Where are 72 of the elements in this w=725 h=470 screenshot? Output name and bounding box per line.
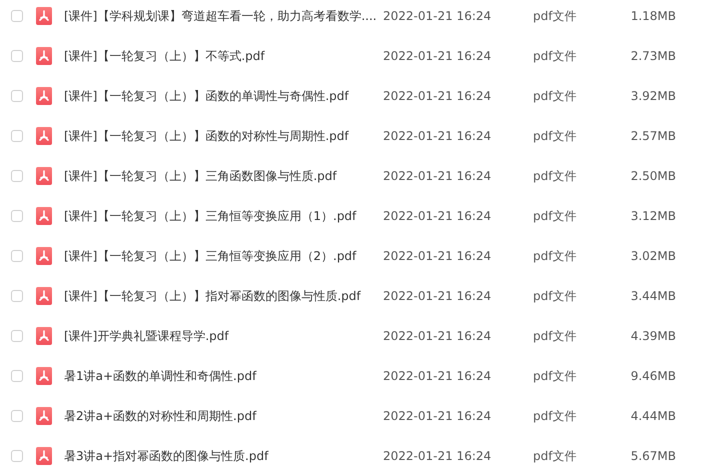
pdf-file-icon <box>36 287 52 305</box>
pdf-file-icon <box>36 447 52 465</box>
modified-date: 2022-01-21 16:24 <box>383 89 492 103</box>
file-type: pdf文件 <box>533 128 578 144</box>
pdf-file-icon <box>36 7 52 25</box>
file-size: 2.57MB <box>630 129 676 143</box>
file-size: 3.92MB <box>630 89 676 103</box>
checkbox[interactable] <box>11 170 23 182</box>
modified-date: 2022-01-21 16:24 <box>383 249 492 263</box>
file-type: pdf文件 <box>533 168 578 184</box>
file-name[interactable]: [课件]【学科规划课】弯道超车看一轮，助力高考看数学.... <box>64 8 383 24</box>
file-size: 3.44MB <box>630 289 676 303</box>
checkbox[interactable] <box>11 50 23 62</box>
file-name[interactable]: [课件]【一轮复习（上）】指对幂函数的图像与性质.pdf <box>64 288 383 304</box>
pdf-file-icon <box>36 207 52 225</box>
file-size: 4.44MB <box>630 409 676 423</box>
file-name[interactable]: [课件]开学典礼暨课程导学.pdf <box>64 328 383 344</box>
file-name[interactable]: [课件]【一轮复习（上）】三角恒等变换应用（1）.pdf <box>64 208 383 224</box>
checkbox[interactable] <box>11 410 23 422</box>
pdf-file-icon <box>36 47 52 65</box>
checkbox[interactable] <box>11 90 23 102</box>
modified-date: 2022-01-21 16:24 <box>383 169 492 183</box>
checkbox[interactable] <box>11 210 23 222</box>
file-size: 2.73MB <box>630 49 676 63</box>
modified-date: 2022-01-21 16:24 <box>383 129 492 143</box>
file-type: pdf文件 <box>533 368 578 384</box>
file-size: 3.02MB <box>630 249 676 263</box>
file-type: pdf文件 <box>533 48 578 64</box>
file-type: pdf文件 <box>533 8 578 24</box>
file-size: 5.67MB <box>630 449 676 463</box>
pdf-file-icon <box>36 367 52 385</box>
pdf-file-icon <box>36 127 52 145</box>
file-name[interactable]: [课件]【一轮复习（上）】不等式.pdf <box>64 48 383 64</box>
pdf-file-icon <box>36 247 52 265</box>
checkbox[interactable] <box>11 370 23 382</box>
modified-date: 2022-01-21 16:24 <box>383 49 492 63</box>
checkbox[interactable] <box>11 450 23 462</box>
file-type: pdf文件 <box>533 288 578 304</box>
file-name[interactable]: [课件]【一轮复习（上）】函数的对称性与周期性.pdf <box>64 128 383 144</box>
checkbox[interactable] <box>11 330 23 342</box>
modified-date: 2022-01-21 16:24 <box>383 449 492 463</box>
modified-date: 2022-01-21 16:24 <box>383 9 492 23</box>
file-size: 2.50MB <box>630 169 676 183</box>
file-type: pdf文件 <box>533 208 578 224</box>
file-size: 9.46MB <box>630 369 676 383</box>
pdf-file-icon <box>36 327 52 345</box>
file-name[interactable]: 暑1讲a+函数的单调性和奇偶性.pdf <box>64 368 383 384</box>
file-name[interactable]: 暑3讲a+指对幂函数的图像与性质.pdf <box>64 448 383 464</box>
file-type: pdf文件 <box>533 248 578 264</box>
file-name[interactable]: 暑2讲a+函数的对称性和周期性.pdf <box>64 408 383 424</box>
pdf-file-icon <box>36 87 52 105</box>
file-type: pdf文件 <box>533 88 578 104</box>
file-type: pdf文件 <box>533 408 578 424</box>
checkbox[interactable] <box>11 250 23 262</box>
file-name[interactable]: [课件]【一轮复习（上）】函数的单调性与奇偶性.pdf <box>64 88 383 104</box>
file-size: 4.39MB <box>630 329 676 343</box>
modified-date: 2022-01-21 16:24 <box>383 369 492 383</box>
modified-date: 2022-01-21 16:24 <box>383 289 492 303</box>
pdf-file-icon <box>36 167 52 185</box>
modified-date: 2022-01-21 16:24 <box>383 409 492 423</box>
file-size: 3.12MB <box>630 209 676 223</box>
checkbox[interactable] <box>11 10 23 22</box>
file-size: 1.18MB <box>630 9 676 23</box>
file-type: pdf文件 <box>533 328 578 344</box>
file-type: pdf文件 <box>533 448 578 464</box>
checkbox[interactable] <box>11 290 23 302</box>
checkbox[interactable] <box>11 130 23 142</box>
pdf-file-icon <box>36 407 52 425</box>
modified-date: 2022-01-21 16:24 <box>383 329 492 343</box>
file-name[interactable]: [课件]【一轮复习（上）】三角函数图像与性质.pdf <box>64 168 383 184</box>
modified-date: 2022-01-21 16:24 <box>383 209 492 223</box>
file-name[interactable]: [课件]【一轮复习（上）】三角恒等变换应用（2）.pdf <box>64 248 383 264</box>
